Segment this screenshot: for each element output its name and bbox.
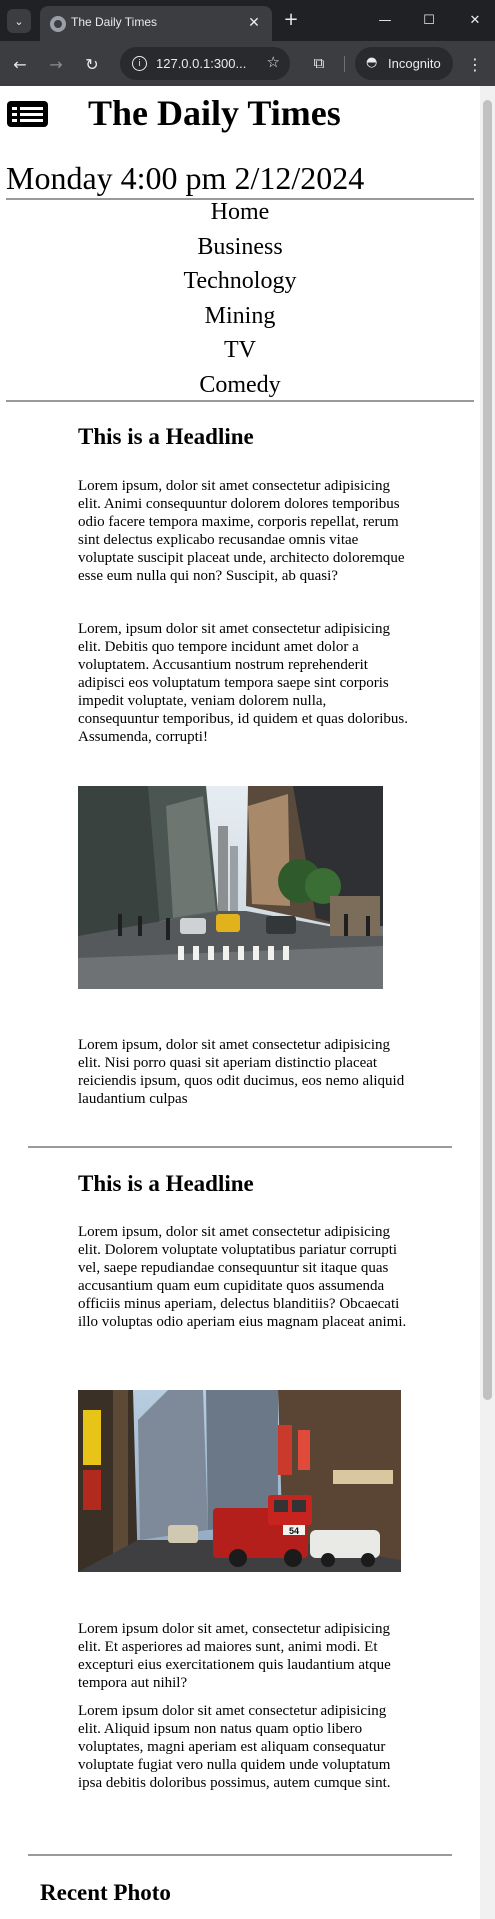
- article-1-paragraph-1: Lorem ipsum, dolor sit amet consectetur …: [78, 478, 405, 584]
- maximize-button[interactable]: ☐: [416, 8, 442, 32]
- article-1-paragraph-3: Lorem ipsum, dolor sit amet consectetur …: [78, 1037, 405, 1107]
- scrollbar-thumb[interactable]: [483, 100, 492, 1400]
- nav-item-business[interactable]: Business: [0, 230, 480, 265]
- city-street-crosswalk-photo: [78, 786, 383, 989]
- recent-photo-divider: [28, 1854, 452, 1856]
- url-text[interactable]: 127.0.0.1:300...: [156, 56, 246, 71]
- window-close-button[interactable]: ✕: [462, 8, 488, 32]
- arrow-right-icon[interactable]: →: [44, 52, 68, 76]
- address-bar[interactable]: i 127.0.0.1:300... ☆: [120, 47, 290, 80]
- main-nav: Home Business Technology Mining TV Comed…: [0, 195, 480, 403]
- incognito-icon: ◓: [366, 55, 378, 70]
- info-icon[interactable]: i: [132, 56, 147, 71]
- kebab-menu-icon[interactable]: ⋮: [465, 52, 485, 76]
- article-2-paragraph-3: Lorem ipsum dolor sit amet consectetur a…: [78, 1703, 391, 1791]
- nav-item-mining[interactable]: Mining: [0, 299, 480, 334]
- svg-text:54: 54: [289, 1526, 299, 1536]
- toolbar-divider: [344, 56, 345, 72]
- site-title: The Daily Times: [88, 93, 341, 133]
- browser-toolbar: ← → ↻ i 127.0.0.1:300... ☆ ⧉ ◓ Incognito…: [0, 41, 495, 86]
- chevron-down-icon[interactable]: ⌄: [7, 9, 31, 33]
- minimize-button[interactable]: —: [372, 8, 398, 32]
- reload-icon[interactable]: ↻: [80, 52, 104, 76]
- article-2-paragraph-1: Lorem ipsum, dolor sit amet consectetur …: [78, 1224, 407, 1330]
- arrow-left-icon[interactable]: ←: [8, 52, 32, 76]
- incognito-label: Incognito: [388, 56, 441, 71]
- star-icon[interactable]: ☆: [267, 53, 280, 71]
- tab-title: The Daily Times: [71, 15, 158, 29]
- article-2-paragraph-2: Lorem ipsum dolor sit amet, consectetur …: [78, 1621, 391, 1691]
- nav-item-home[interactable]: Home: [0, 195, 480, 230]
- nav-item-tv[interactable]: TV: [0, 333, 480, 368]
- newspaper-icon: [7, 101, 48, 127]
- page-scrollbar[interactable]: [480, 86, 495, 1919]
- page-viewport: The Daily Times Monday 4:00 pm 2/12/2024…: [0, 86, 480, 1919]
- puzzle-icon[interactable]: ⧉: [308, 52, 330, 74]
- article-divider: [28, 1146, 452, 1148]
- new-tab-button[interactable]: +: [280, 8, 302, 30]
- incognito-indicator[interactable]: ◓ Incognito: [355, 47, 453, 80]
- fire-truck-times-square-photo: 54: [78, 1390, 401, 1572]
- browser-tab[interactable]: The Daily Times ✕: [40, 6, 272, 41]
- nav-item-technology[interactable]: Technology: [0, 264, 480, 299]
- current-datetime: Monday 4:00 pm 2/12/2024: [6, 160, 365, 196]
- browser-tab-bar: ⌄ The Daily Times ✕ + — ☐ ✕: [0, 0, 495, 41]
- article-2-headline: This is a Headline: [78, 1171, 254, 1196]
- nav-item-comedy[interactable]: Comedy: [0, 368, 480, 403]
- article-1-headline: This is a Headline: [78, 424, 254, 449]
- recent-photo-heading: Recent Photo: [40, 1880, 171, 1905]
- close-icon[interactable]: ✕: [244, 13, 264, 33]
- article-1-paragraph-2: Lorem, ipsum dolor sit amet consectetur …: [78, 621, 408, 745]
- globe-icon: [50, 16, 66, 32]
- nav-bottom-divider: [6, 400, 474, 402]
